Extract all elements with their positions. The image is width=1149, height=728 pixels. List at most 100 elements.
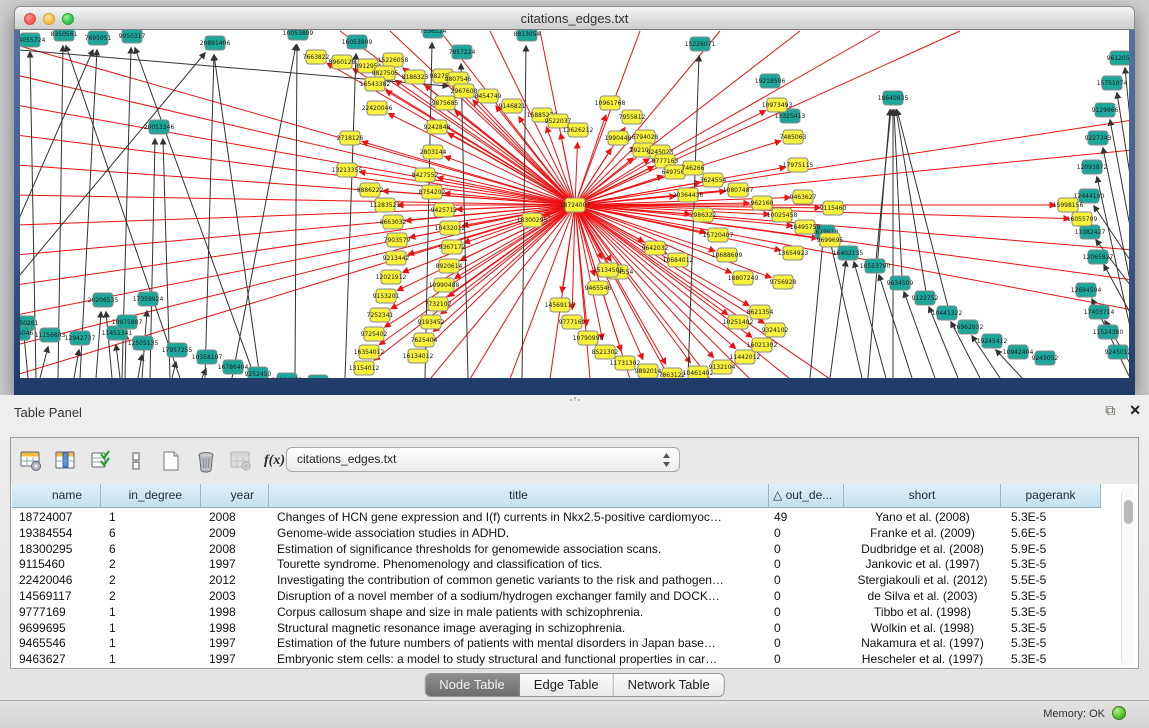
tab-node-table[interactable]: Node Table [425,674,520,696]
panel-resize-grip[interactable] [569,396,581,402]
tab-network-table[interactable]: Network Table [614,674,724,696]
table-cell[interactable]: 2 [101,573,201,589]
memory-status-indicator[interactable] [1112,706,1126,720]
table-cell[interactable]: 2 [101,589,201,605]
table-cell[interactable]: 0 [769,636,844,652]
table-cell[interactable]: 1 [101,605,201,621]
table-cell[interactable]: 5.6E-5 [1001,526,1101,542]
table-cell[interactable]: de Silva et al. (2003) [844,589,1001,605]
table-cell[interactable]: 1 [101,636,201,652]
table-row[interactable]: 1830029562008Estimation of significance … [12,542,1108,558]
table-cell[interactable]: Changes of HCN gene expression and I(f) … [269,510,769,526]
table-cell[interactable]: Franke et al. (2009) [844,526,1001,542]
table-row[interactable]: 977716911998Corpus callosum shape and si… [12,605,1108,621]
table-cell[interactable]: 9463627 [12,652,101,668]
table-cell[interactable]: 5.3E-5 [1001,557,1101,573]
table-cell[interactable]: 5.5E-5 [1001,573,1101,589]
table-cell[interactable]: 1998 [201,621,269,637]
graph-node[interactable] [308,375,328,378]
table-cell[interactable]: 22420046 [12,573,101,589]
import-table-disabled-icon[interactable] [226,447,256,475]
table-cell[interactable]: 6 [101,526,201,542]
table-cell[interactable]: Tibbo et al. (1998) [844,605,1001,621]
table-cell[interactable]: 1997 [201,652,269,668]
table-cell[interactable]: 9465546 [12,636,101,652]
delete-table-icon[interactable] [191,447,221,475]
table-cell[interactable]: Stergiakouli et al. (2012) [844,573,1001,589]
table-cell[interactable]: Structural magnetic resonance image aver… [269,621,769,637]
scrollbar-thumb[interactable] [1124,500,1133,524]
table-vertical-scrollbar[interactable] [1121,488,1135,666]
table-cell[interactable]: Investigating the contribution of common… [269,573,769,589]
table-cell[interactable]: Estimation of significance thresholds fo… [269,542,769,558]
table-cell[interactable]: Estimation of the future numbers of pati… [269,636,769,652]
table-cell[interactable]: 5.3E-5 [1001,510,1101,526]
citation-network-graph[interactable]: 1872400714055724835056176950519050317208… [20,30,1129,378]
table-cell[interactable]: 5.3E-5 [1001,589,1101,605]
create-table-icon[interactable] [156,447,186,475]
table-cell[interactable]: 5.9E-5 [1001,542,1101,558]
column-header-in_degree[interactable]: in_degree [101,484,201,507]
table-cell[interactable]: 6 [101,542,201,558]
table-row[interactable]: 969969511998Structural magnetic resonanc… [12,621,1108,637]
table-cell[interactable]: 9777169 [12,605,101,621]
table-row[interactable]: 946362711997Embryonic stem cells: a mode… [12,652,1108,668]
table-cell[interactable]: 18724007 [12,510,101,526]
table-row[interactable]: 1872400712008Changes of HCN gene express… [12,510,1108,526]
table-cell[interactable]: 49 [769,510,844,526]
table-cell[interactable]: 5.3E-5 [1001,652,1101,668]
table-cell[interactable]: Jankovic et al. (1997) [844,557,1001,573]
table-cell[interactable]: 2008 [201,510,269,526]
table-cell[interactable]: 5.3E-5 [1001,605,1101,621]
column-header-title[interactable]: title [269,484,769,507]
table-cell[interactable]: Nakamura et al. (1997) [844,636,1001,652]
table-cell[interactable]: 2 [101,557,201,573]
table-cell[interactable]: 2003 [201,589,269,605]
close-panel-icon[interactable]: ✕ [1129,403,1141,417]
table-cell[interactable]: 0 [769,557,844,573]
table-cell[interactable]: Tourette syndrome. Phenomenology and cla… [269,557,769,573]
table-cell[interactable]: 2008 [201,542,269,558]
window-titlebar[interactable]: citations_edges.txt [14,6,1135,30]
table-cell[interactable]: 9115460 [12,557,101,573]
table-cell[interactable]: 1 [101,652,201,668]
table-cell[interactable]: 9699695 [12,621,101,637]
table-cell[interactable]: Genome-wide association studies in ADHD. [269,526,769,542]
table-cell[interactable]: Hescheler et al. (1997) [844,652,1001,668]
table-cell[interactable]: 2009 [201,526,269,542]
hidden-columns-icon[interactable] [121,447,151,475]
column-edit-icon[interactable] [51,447,81,475]
table-cell[interactable]: 1998 [201,605,269,621]
table-cell[interactable]: 1 [101,510,201,526]
table-cell[interactable]: 0 [769,652,844,668]
table-cell[interactable]: 1997 [201,636,269,652]
table-row[interactable]: 911546021997Tourette syndrome. Phenomeno… [12,557,1108,573]
table-cell[interactable]: 18300295 [12,542,101,558]
table-cell[interactable]: 0 [769,621,844,637]
column-header-year[interactable]: year [201,484,269,507]
table-cell[interactable]: 14569117 [12,589,101,605]
table-cell[interactable]: Corpus callosum shape and size in male p… [269,605,769,621]
column-header-short[interactable]: short [844,484,1001,507]
network-canvas[interactable]: 1872400714055724835056176950519050317208… [20,30,1129,378]
table-cell[interactable]: Dudbridge et al. (2008) [844,542,1001,558]
column-header-pagerank[interactable]: pagerank [1001,484,1101,507]
table-cell[interactable]: 0 [769,573,844,589]
table-row[interactable]: 946554611997Estimation of the future num… [12,636,1108,652]
float-panel-icon[interactable]: ⧉ [1105,403,1115,417]
row-checks-icon[interactable] [86,447,116,475]
table-row[interactable]: 1456911722003Disruption of a novel membe… [12,589,1108,605]
table-cell[interactable]: 1 [101,621,201,637]
table-cell[interactable]: 2012 [201,573,269,589]
table-cell[interactable]: Yano et al. (2008) [844,510,1001,526]
table-cell[interactable]: 1997 [201,557,269,573]
table-settings-icon[interactable] [16,447,46,475]
table-cell[interactable]: 0 [769,589,844,605]
table-cell[interactable]: 5.3E-5 [1001,621,1101,637]
table-cell[interactable]: Wolkin et al. (1998) [844,621,1001,637]
table-cell[interactable]: Disruption of a novel member of a sodium… [269,589,769,605]
table-cell[interactable]: 0 [769,542,844,558]
table-cell[interactable]: 0 [769,526,844,542]
tab-edge-table[interactable]: Edge Table [520,674,614,696]
table-cell[interactable]: 5.3E-5 [1001,636,1101,652]
